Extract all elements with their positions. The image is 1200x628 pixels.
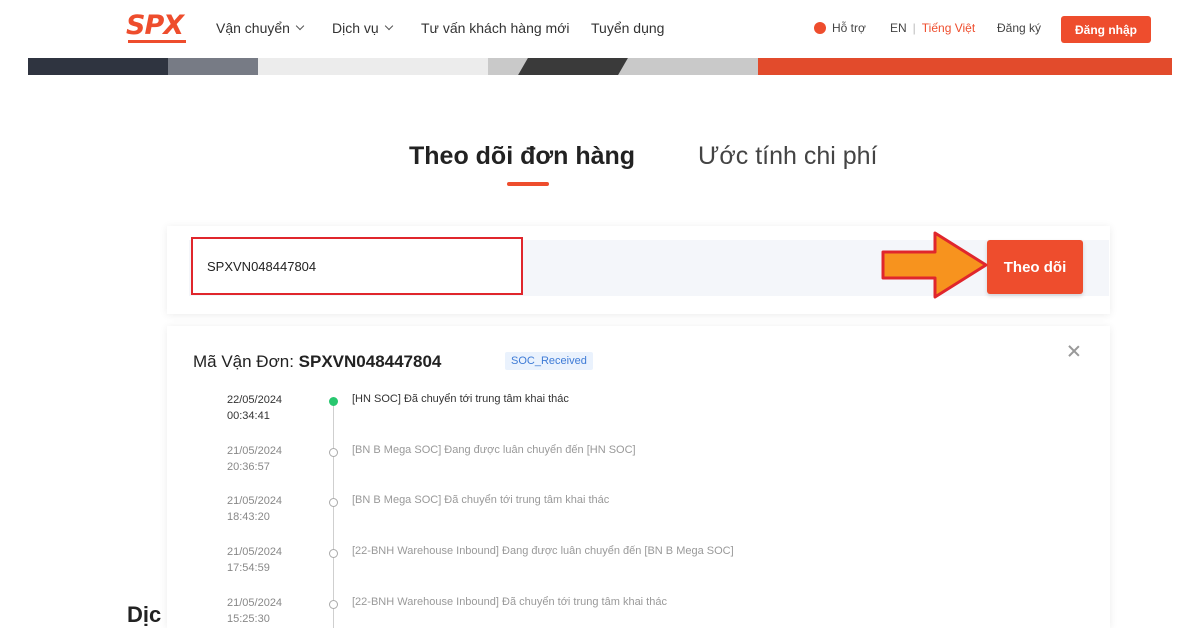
timeline-item: 21/05/2024 20:36:57 [BN B Mega SOC] Đang… [167,443,1110,493]
close-icon[interactable] [1067,344,1081,358]
logo-underline [128,40,186,43]
waybill-heading: Mã Vận Đơn: SPXVN048447804 [193,352,441,372]
tab-estimate-cost[interactable]: Ước tính chi phí [698,142,878,171]
lang-vi[interactable]: Tiếng Việt [922,21,975,35]
tracking-result-card: Mã Vận Đơn: SPXVN048447804 SOC_Received … [167,326,1110,628]
register-label: Đăng ký [997,21,1042,35]
timeline-date: 21/05/2024 [227,495,283,507]
spx-logo[interactable]: SPX [126,12,188,46]
chevron-down-icon [384,21,393,31]
timeline-description: [BN B Mega SOC] Đã chuyển tới trung tâm … [352,494,610,506]
timeline-datetime: 21/05/2024 17:54:59 [227,544,307,576]
timeline-date: 21/05/2024 [227,597,283,609]
active-tab-indicator [507,182,549,186]
timeline-date: 21/05/2024 [227,546,283,558]
tab-track-order[interactable]: Theo dõi đơn hàng [409,142,635,171]
help-link[interactable]: Hỗ trợ [814,21,866,35]
hero-segment [168,58,258,75]
timeline-dot [329,549,338,558]
nav-item-label: Dịch vụ [332,20,379,36]
timeline-item: 21/05/2024 17:54:59 [22-BNH Warehouse In… [167,544,1110,594]
timeline-description: [BN B Mega SOC] Đang được luân chuyển đế… [352,444,636,456]
nav-item-van-chuyen[interactable]: Vận chuyển [216,20,305,36]
help-label: Hỗ trợ [832,21,866,35]
hero-banner-image [28,58,1172,75]
timeline-time: 20:36:57 [227,461,270,473]
timeline-time: 18:43:20 [227,511,270,523]
timeline-date: 22/05/2024 [227,394,283,406]
logo-text: SPX [126,10,184,41]
login-button[interactable]: Đăng nhập [1061,16,1151,43]
lang-en[interactable]: EN [890,21,907,35]
nav-item-tuyen-dung[interactable]: Tuyển dụng [591,20,664,36]
track-button[interactable]: Theo dõi [987,240,1083,294]
lang-separator: | [912,21,916,35]
help-icon [814,22,826,34]
timeline-time: 15:25:30 [227,613,270,625]
timeline-time: 00:34:41 [227,410,270,422]
waybill-label: Mã Vận Đơn: [193,352,294,371]
nav-item-label: Vận chuyển [216,20,290,36]
timeline-item: 22/05/2024 00:34:41 [HN SOC] Đã chuyển t… [167,392,1110,442]
timeline-dot [329,498,338,507]
status-badge: SOC_Received [505,352,593,370]
timeline-description: [22-BNH Warehouse Inbound] Đang được luâ… [352,545,734,557]
timeline-datetime: 21/05/2024 15:25:30 [227,595,307,627]
hero-segment [518,58,628,75]
nav-item-dich-vu[interactable]: Dịch vụ [332,20,393,36]
timeline-datetime: 22/05/2024 00:34:41 [227,392,307,424]
nav-item-label: Tư vấn khách hàng mới [421,20,570,36]
timeline-dot-current [329,397,338,406]
timeline-description: [22-BNH Warehouse Inbound] Đã chuyển tới… [352,596,667,608]
hero-segment [28,58,168,75]
timeline-dot [329,448,338,457]
timeline-datetime: 21/05/2024 20:36:57 [227,443,307,475]
nav-item-tu-van[interactable]: Tư vấn khách hàng mới [421,20,570,36]
chevron-down-icon [295,21,305,31]
arrow-annotation-icon [881,231,988,299]
timeline-date: 21/05/2024 [227,445,283,457]
timeline-description: [HN SOC] Đã chuyển tới trung tâm khai th… [352,393,569,405]
tracking-number-input[interactable]: SPXVN048447804 [191,237,523,295]
timeline-dot [329,600,338,609]
hero-segment [258,58,488,75]
timeline-datetime: 21/05/2024 18:43:20 [227,493,307,525]
timeline-time: 17:54:59 [227,562,270,574]
timeline-item: 21/05/2024 15:25:30 [22-BNH Warehouse In… [167,595,1110,628]
nav-item-label: Tuyển dụng [591,20,665,36]
timeline-item: 21/05/2024 18:43:20 [BN B Mega SOC] Đã c… [167,493,1110,543]
waybill-code: SPXVN048447804 [298,352,442,371]
hero-segment [758,58,1172,75]
language-switcher: EN | Tiếng Việt [890,21,975,35]
section-heading-partial: Dịc [127,602,162,627]
top-navbar: SPX Vận chuyển Dịch vụ Tư vấn khách hàng… [28,0,1172,58]
register-link[interactable]: Đăng ký [997,21,1041,35]
